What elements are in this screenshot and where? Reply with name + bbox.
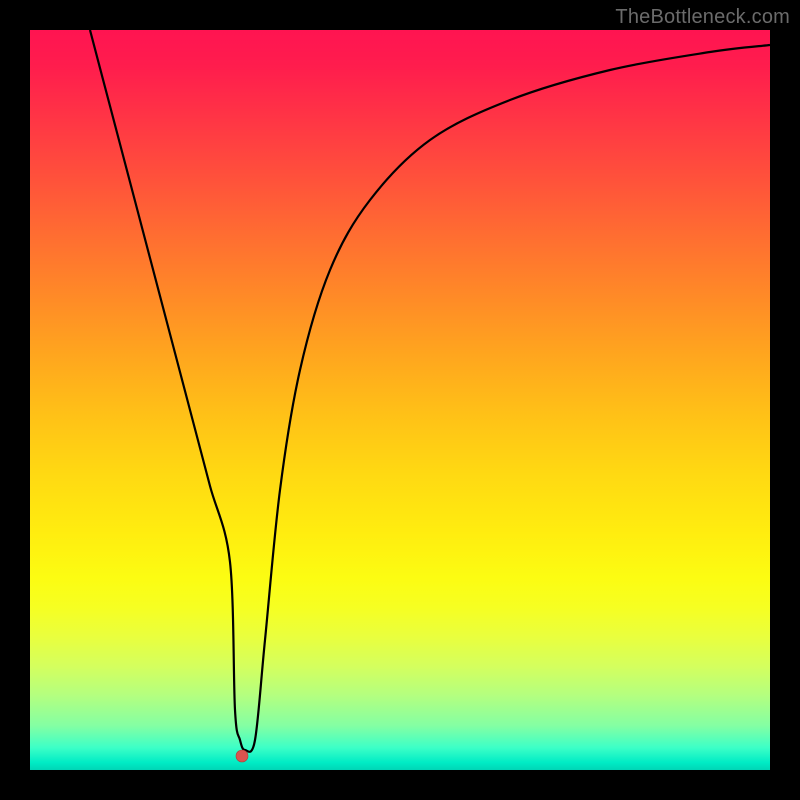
bottleneck-curve [90, 30, 770, 752]
curve-svg [30, 30, 770, 770]
bottleneck-chart: TheBottleneck.com [0, 0, 800, 800]
optimal-point-marker [236, 750, 248, 762]
plot-area [30, 30, 770, 770]
watermark-text: TheBottleneck.com [615, 6, 790, 29]
